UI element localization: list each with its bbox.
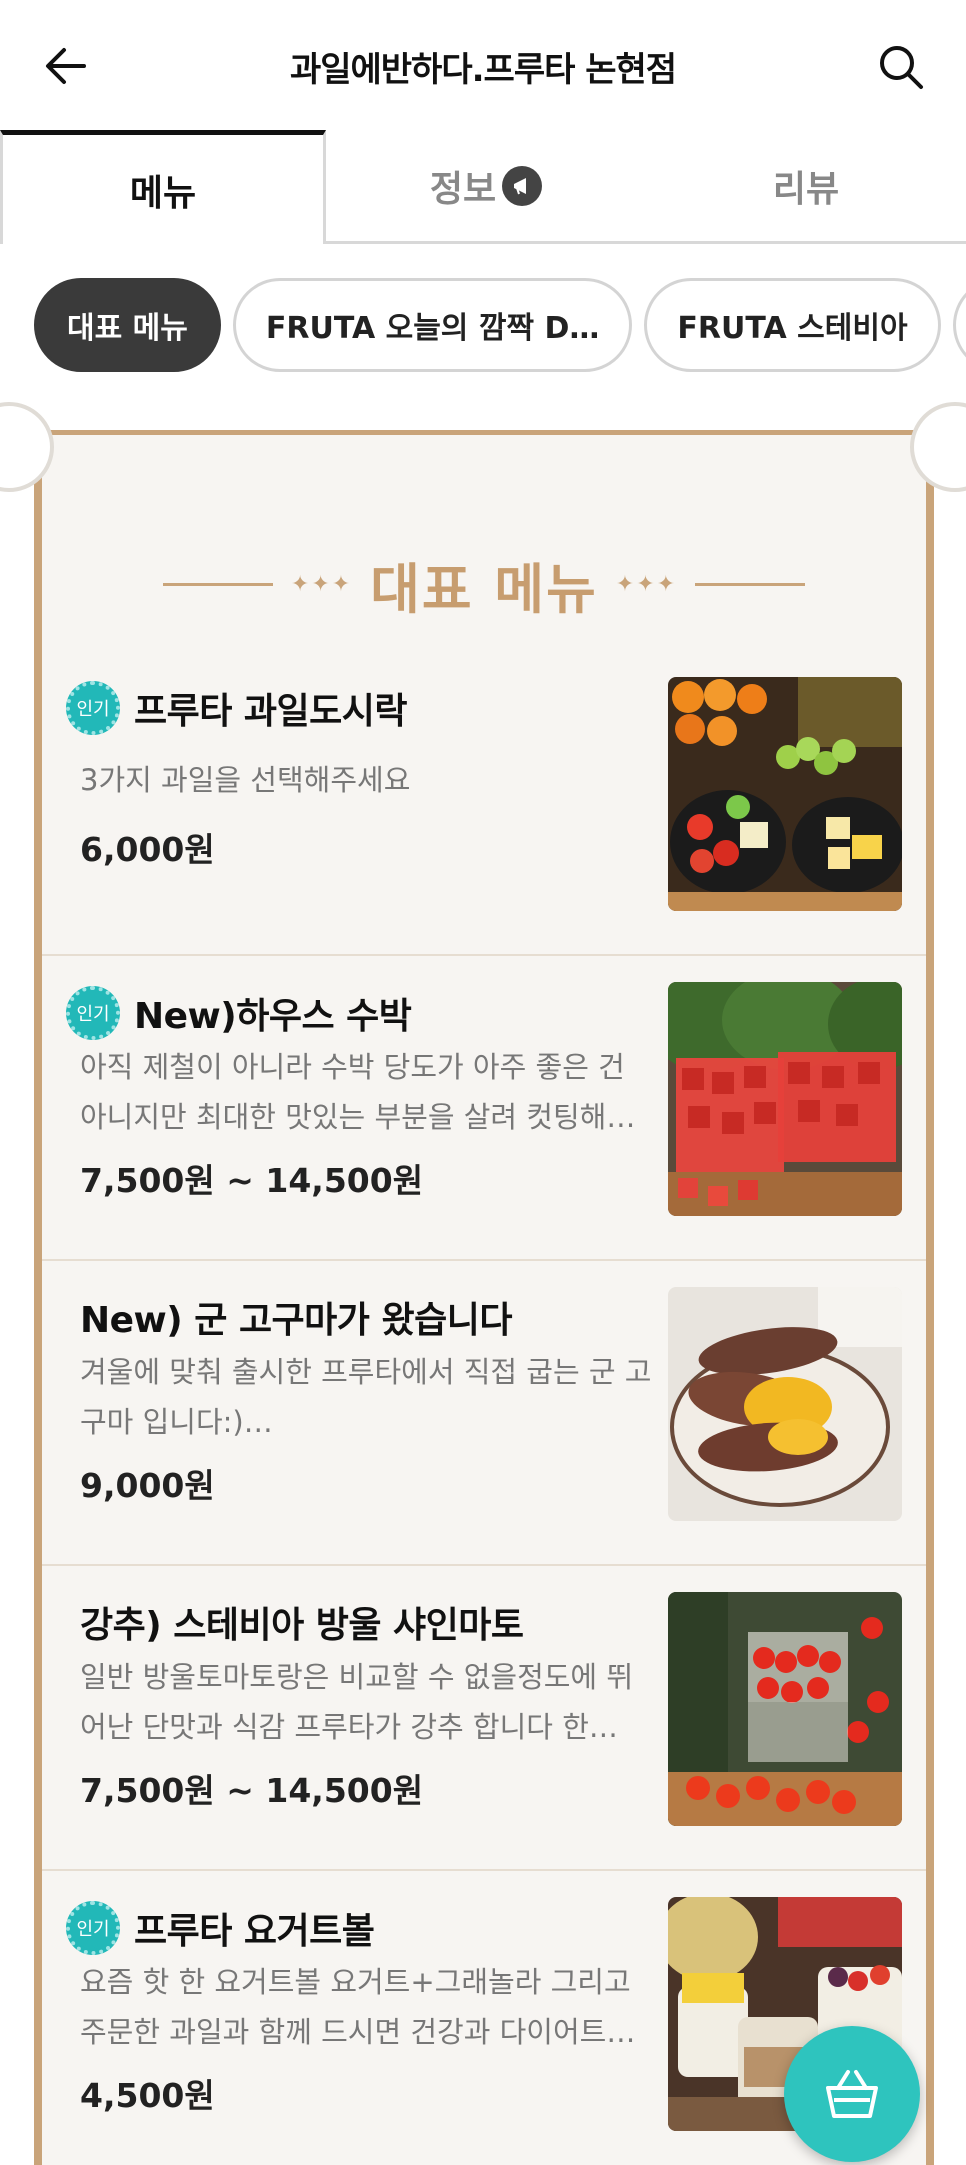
item-name-row: 인기 New)하우스 수박 xyxy=(66,986,412,1040)
item-price: 9,000원 xyxy=(80,1466,215,1505)
basket-icon xyxy=(826,2070,878,2118)
cart-button[interactable] xyxy=(784,2026,920,2162)
item-price: 7,500원 ~ 14,500원 xyxy=(80,1771,424,1810)
store-tabs: 메뉴 정보 리뷰 xyxy=(0,130,966,244)
item-name-row: New) 군 고구마가 왔습니다 xyxy=(66,1291,512,1343)
item-description: 겨울에 맞춰 출시한 프루타에서 직접 굽는 군 고구마 입니다:)… xyxy=(80,1355,652,1439)
item-description: 일반 방울토마토랑은 비교할 수 없을정도에 뛰어난 단맛과 식감 프루타가 강… xyxy=(80,1660,634,1744)
store-title: 과일에반하다.프루타 논현점 xyxy=(289,50,677,90)
search-icon xyxy=(880,46,923,89)
category-chips: 대표 메뉴 FRUTA 오늘의 깜짝 D… FRUTA 스테비아 FR xyxy=(34,278,966,374)
item-name: New)하우스 수박 xyxy=(134,996,412,1037)
tab-info[interactable]: 정보 xyxy=(326,130,646,241)
menu-item-fruit-box[interactable]: 인기 프루타 과일도시락 3가지 과일을 선택해주세요 6,000원 xyxy=(42,651,926,956)
tomato-photo xyxy=(668,1592,902,1826)
item-name: 프루타 과일도시락 xyxy=(134,691,408,732)
menu-list: 인기 프루타 과일도시락 3가지 과일을 선택해주세요 6,000원 인기 Ne… xyxy=(42,651,926,2165)
menu-item-tomato[interactable]: 강추) 스테비아 방울 샤인마토 일반 방울토마토랑은 비교할 수 없을정도에 … xyxy=(42,1566,926,1871)
search-button[interactable] xyxy=(874,40,928,94)
fruit-box-photo xyxy=(668,677,902,911)
megaphone-icon xyxy=(502,165,543,206)
divider xyxy=(695,583,806,586)
divider xyxy=(162,583,273,586)
section-title: 대표 메뉴 xyxy=(370,558,598,621)
item-name: 프루타 요거트볼 xyxy=(134,1911,375,1952)
item-price: 6,000원 xyxy=(80,830,215,869)
app-header: 과일에반하다.프루타 논현점 xyxy=(0,0,966,132)
tab-menu-label: 메뉴 xyxy=(129,172,197,214)
tab-menu[interactable]: 메뉴 xyxy=(0,130,326,244)
item-name-row: 인기 프루타 과일도시락 xyxy=(66,681,408,735)
menu-item-watermelon[interactable]: 인기 New)하우스 수박 아직 제철이 아니라 수박 당도가 아주 좋은 건 … xyxy=(42,956,926,1261)
item-description: 3가지 과일을 선택해주세요 xyxy=(80,763,411,797)
popular-badge: 인기 xyxy=(66,1901,120,1955)
item-description: 요즘 핫 한 요거트볼 요거트+그래놀라 그리고 주문한 과일과 함께 드시면 … xyxy=(80,1965,636,2049)
watermelon-photo xyxy=(668,982,902,1216)
chip-stevia[interactable]: FRUTA 스테비아 xyxy=(644,278,941,372)
tab-review-label: 리뷰 xyxy=(772,168,840,210)
item-price: 4,500원 xyxy=(80,2076,215,2115)
tab-info-label: 정보 xyxy=(429,168,497,210)
item-description: 아직 제철이 아니라 수박 당도가 아주 좋은 건 아니지만 최대한 맛있는 부… xyxy=(80,1050,636,1134)
chip-more[interactable]: FR xyxy=(952,278,966,372)
item-price: 7,500원 ~ 14,500원 xyxy=(80,1161,424,1200)
card-body: ✦✦✦ 대표 메뉴 ✦✦✦ 인기 프루타 과일도시락 3가지 과일을 선택해주세… xyxy=(34,430,934,2165)
signature-menu-card: ✦✦✦ 대표 메뉴 ✦✦✦ 인기 프루타 과일도시락 3가지 과일을 선택해주세… xyxy=(0,402,966,2165)
section-header: ✦✦✦ 대표 메뉴 ✦✦✦ xyxy=(42,545,926,624)
popular-badge: 인기 xyxy=(66,681,120,735)
sparkle-icon: ✦✦✦ xyxy=(290,572,353,597)
chip-signature-menu[interactable]: 대표 메뉴 xyxy=(34,278,221,372)
chip-today-deal[interactable]: FRUTA 오늘의 깜짝 D… xyxy=(232,278,633,372)
tab-review[interactable]: 리뷰 xyxy=(646,130,966,241)
sparkle-icon: ✦✦✦ xyxy=(615,572,678,597)
item-name: 강추) 스테비아 방울 샤인마토 xyxy=(80,1605,524,1646)
popular-badge: 인기 xyxy=(66,986,120,1040)
item-name: New) 군 고구마가 왔습니다 xyxy=(80,1300,512,1341)
menu-item-sweet-potato[interactable]: New) 군 고구마가 왔습니다 겨울에 맞춰 출시한 프루타에서 직접 굽는 … xyxy=(42,1261,926,1566)
item-name-row: 인기 프루타 요거트볼 xyxy=(66,1901,375,1955)
sweet-potato-photo xyxy=(668,1287,902,1521)
item-name-row: 강추) 스테비아 방울 샤인마토 xyxy=(66,1596,524,1648)
